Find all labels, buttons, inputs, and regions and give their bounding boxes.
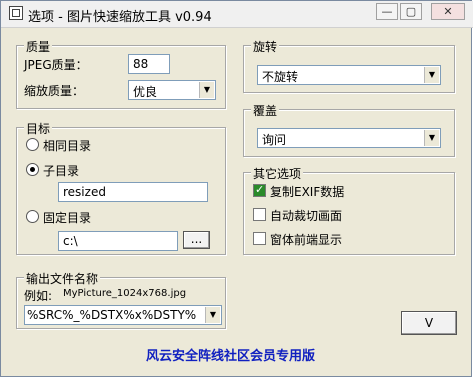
app-icon bbox=[9, 6, 23, 20]
dialog-body: 质量 JPEG质量： 88 缩放质量： 优良 ▼ 目标 相同目录 子目录 res… bbox=[6, 29, 468, 373]
rotate-group: 旋转 不旋转 ▼ bbox=[243, 38, 455, 93]
chevron-down-icon[interactable]: ▼ bbox=[205, 307, 220, 323]
minimize-button[interactable]: — bbox=[376, 3, 398, 20]
browse-button[interactable]: ... bbox=[183, 231, 210, 249]
output-name-group-title: 输出文件名称 bbox=[24, 270, 101, 287]
copy-exif-checkbox[interactable] bbox=[253, 183, 266, 197]
rotate-select[interactable]: 不旋转 ▼ bbox=[257, 65, 441, 85]
fixed-dir-label[interactable]: 固定目录 bbox=[43, 209, 91, 226]
jpeg-quality-input[interactable]: 88 bbox=[128, 54, 170, 74]
close-button[interactable]: ✕ bbox=[431, 3, 465, 20]
rotate-value: 不旋转 bbox=[262, 70, 299, 84]
minimize-icon: — bbox=[381, 5, 393, 18]
restore-icon: ▢ bbox=[405, 5, 417, 18]
scale-quality-select[interactable]: 优良 ▼ bbox=[128, 80, 216, 100]
window-title: 选项 - 图片快速缩放工具 v0.94 bbox=[28, 10, 212, 25]
chevron-down-icon[interactable]: ▼ bbox=[424, 67, 439, 83]
sub-dir-label[interactable]: 子目录 bbox=[43, 162, 79, 179]
fixed-dir-radio[interactable] bbox=[26, 210, 39, 223]
overwrite-value: 询问 bbox=[262, 133, 287, 147]
window-front-label[interactable]: 窗体前端显示 bbox=[270, 231, 342, 248]
scale-quality-value: 优良 bbox=[133, 85, 158, 99]
fixed-dir-input[interactable]: c:\ bbox=[58, 231, 178, 251]
same-dir-radio[interactable] bbox=[26, 138, 39, 151]
copy-exif-label[interactable]: 复制EXIF数据 bbox=[270, 183, 344, 200]
restore-button[interactable]: ▢ bbox=[400, 3, 422, 20]
ok-button[interactable]: V bbox=[401, 311, 457, 335]
same-dir-label[interactable]: 相同目录 bbox=[43, 137, 91, 154]
quality-group: 质量 JPEG质量： 88 缩放质量： 优良 ▼ bbox=[16, 38, 226, 109]
overwrite-group: 覆盖 询问 ▼ bbox=[243, 102, 455, 157]
sub-dir-radio[interactable] bbox=[26, 163, 39, 176]
other-options-group-title: 其它选项 bbox=[251, 165, 304, 182]
sub-dir-input[interactable]: resized bbox=[58, 182, 208, 202]
window-front-checkbox[interactable] bbox=[253, 232, 266, 245]
other-options-group: 其它选项 复制EXIF数据 自动裁切画面 窗体前端显示 bbox=[243, 165, 455, 255]
overwrite-group-title: 覆盖 bbox=[251, 102, 280, 119]
quality-group-title: 质量 bbox=[24, 38, 53, 55]
auto-crop-checkbox[interactable] bbox=[253, 208, 266, 221]
rotate-group-title: 旋转 bbox=[251, 38, 280, 55]
example-value: MyPicture_1024x768.jpg bbox=[63, 288, 187, 299]
scale-quality-label: 缩放质量： bbox=[24, 84, 85, 98]
filename-pattern-value: %SRC%_%DSTX%x%DSTY% bbox=[27, 308, 197, 322]
edition-footer: 风云安全阵线社区会员专用版 bbox=[146, 349, 316, 364]
auto-crop-label[interactable]: 自动裁切画面 bbox=[270, 207, 342, 224]
chevron-down-icon[interactable]: ▼ bbox=[424, 130, 439, 146]
example-label: 例如: bbox=[24, 289, 53, 303]
target-group-title: 目标 bbox=[24, 120, 53, 137]
title-bar[interactable]: 选项 - 图片快速缩放工具 v0.94 — ▢ ✕ bbox=[1, 1, 473, 28]
chevron-down-icon[interactable]: ▼ bbox=[199, 82, 214, 98]
filename-pattern-select[interactable]: %SRC%_%DSTX%x%DSTY% ▼ bbox=[24, 305, 222, 325]
close-icon: ✕ bbox=[443, 5, 453, 18]
jpeg-quality-label: JPEG质量： bbox=[24, 58, 88, 72]
output-name-group: 输出文件名称 例如: MyPicture_1024x768.jpg %SRC%_… bbox=[16, 270, 226, 329]
options-window: 选项 - 图片快速缩放工具 v0.94 — ▢ ✕ 质量 JPEG质量： 88 … bbox=[0, 0, 473, 377]
target-group: 目标 相同目录 子目录 resized 固定目录 c:\ ... bbox=[16, 120, 226, 255]
overwrite-select[interactable]: 询问 ▼ bbox=[257, 128, 441, 148]
